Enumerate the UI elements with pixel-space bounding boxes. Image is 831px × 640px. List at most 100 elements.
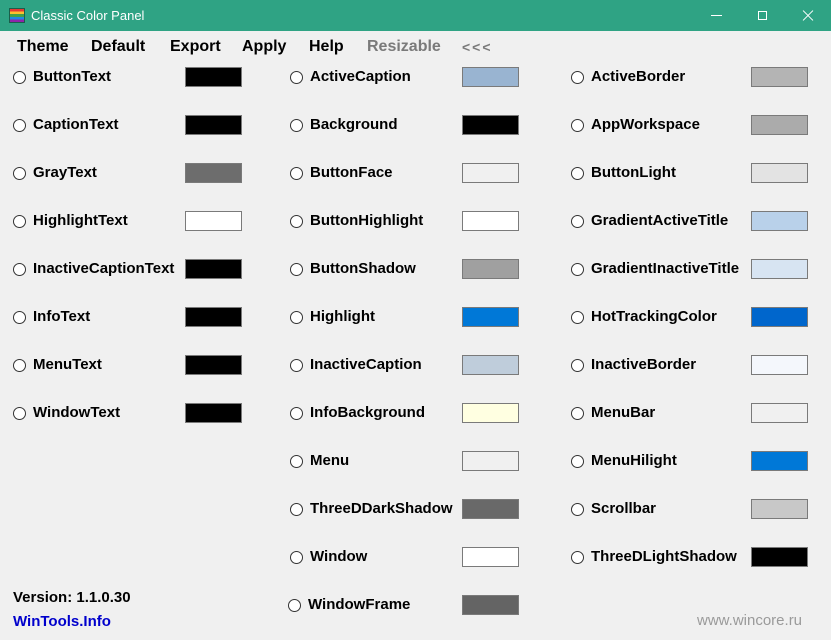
color-swatch[interactable] — [751, 67, 808, 87]
color-row[interactable]: HotTrackingColor — [571, 307, 811, 329]
color-swatch[interactable] — [462, 451, 519, 471]
color-radio[interactable] — [13, 167, 26, 180]
color-radio[interactable] — [290, 551, 303, 564]
color-row[interactable]: InactiveBorder — [571, 355, 811, 377]
color-row[interactable]: GradientInactiveTitle — [571, 259, 811, 281]
color-radio[interactable] — [290, 359, 303, 372]
close-button[interactable] — [785, 0, 831, 31]
color-swatch[interactable] — [462, 403, 519, 423]
wintools-link[interactable]: WinTools.Info — [13, 613, 111, 630]
color-swatch[interactable] — [462, 115, 519, 135]
color-swatch[interactable] — [462, 595, 519, 615]
color-row[interactable]: InfoText — [13, 307, 245, 329]
color-radio[interactable] — [571, 551, 584, 564]
color-radio[interactable] — [571, 119, 584, 132]
color-swatch[interactable] — [462, 547, 519, 567]
color-radio[interactable] — [290, 311, 303, 324]
color-radio[interactable] — [571, 455, 584, 468]
maximize-button[interactable] — [739, 0, 785, 31]
color-row[interactable]: GrayText — [13, 163, 245, 185]
color-radio[interactable] — [290, 407, 303, 420]
color-row[interactable]: GradientActiveTitle — [571, 211, 811, 233]
color-swatch[interactable] — [462, 211, 519, 231]
color-swatch[interactable] — [751, 115, 808, 135]
color-swatch[interactable] — [462, 355, 519, 375]
color-swatch[interactable] — [185, 307, 242, 327]
color-row[interactable]: WindowFrame — [288, 595, 520, 617]
color-radio[interactable] — [571, 71, 584, 84]
color-row[interactable]: ButtonText — [13, 67, 245, 89]
color-radio[interactable] — [290, 455, 303, 468]
color-row[interactable]: CaptionText — [13, 115, 245, 137]
color-row[interactable]: WindowText — [13, 403, 245, 425]
color-row[interactable]: Window — [290, 547, 522, 569]
color-radio[interactable] — [13, 263, 26, 276]
color-swatch[interactable] — [462, 499, 519, 519]
color-radio[interactable] — [571, 359, 584, 372]
color-radio[interactable] — [290, 263, 303, 276]
color-row[interactable]: Highlight — [290, 307, 522, 329]
color-row[interactable]: ThreeDLightShadow — [571, 547, 811, 569]
color-row[interactable]: ButtonFace — [290, 163, 522, 185]
menu-theme[interactable]: Theme — [17, 38, 69, 56]
color-radio[interactable] — [288, 599, 301, 612]
color-radio[interactable] — [571, 215, 584, 228]
color-row[interactable]: InactiveCaptionText — [13, 259, 245, 281]
color-radio[interactable] — [290, 167, 303, 180]
color-swatch[interactable] — [462, 163, 519, 183]
color-row[interactable]: ActiveCaption — [290, 67, 522, 89]
title-bar[interactable]: Classic Color Panel — [0, 0, 831, 31]
color-radio[interactable] — [571, 263, 584, 276]
color-row[interactable]: MenuHilight — [571, 451, 811, 473]
color-row[interactable]: InactiveCaption — [290, 355, 522, 377]
menu-export[interactable]: Export — [170, 38, 221, 56]
color-swatch[interactable] — [751, 259, 808, 279]
color-radio[interactable] — [571, 407, 584, 420]
color-radio[interactable] — [571, 503, 584, 516]
color-row[interactable]: Background — [290, 115, 522, 137]
color-swatch[interactable] — [751, 163, 808, 183]
color-row[interactable]: Scrollbar — [571, 499, 811, 521]
color-radio[interactable] — [13, 407, 26, 420]
color-swatch[interactable] — [185, 259, 242, 279]
color-row[interactable]: ButtonShadow — [290, 259, 522, 281]
color-row[interactable]: MenuText — [13, 355, 245, 377]
color-swatch[interactable] — [751, 499, 808, 519]
color-row[interactable]: ActiveBorder — [571, 67, 811, 89]
menu-resizable[interactable]: Resizable — [367, 38, 441, 56]
color-swatch[interactable] — [185, 355, 242, 375]
color-row[interactable]: ThreeDDarkShadow — [290, 499, 522, 521]
color-swatch[interactable] — [751, 451, 808, 471]
color-radio[interactable] — [13, 71, 26, 84]
color-swatch[interactable] — [185, 115, 242, 135]
color-radio[interactable] — [290, 71, 303, 84]
color-swatch[interactable] — [462, 259, 519, 279]
color-row[interactable]: Menu — [290, 451, 522, 473]
menu-help[interactable]: Help — [309, 38, 344, 56]
color-swatch[interactable] — [751, 403, 808, 423]
color-radio[interactable] — [571, 311, 584, 324]
color-swatch[interactable] — [751, 211, 808, 231]
color-radio[interactable] — [13, 359, 26, 372]
color-swatch[interactable] — [185, 211, 242, 231]
color-swatch[interactable] — [185, 163, 242, 183]
color-row[interactable]: InfoBackground — [290, 403, 522, 425]
color-swatch[interactable] — [185, 403, 242, 423]
color-row[interactable]: AppWorkspace — [571, 115, 811, 137]
color-radio[interactable] — [13, 311, 26, 324]
color-row[interactable]: MenuBar — [571, 403, 811, 425]
menu-collapse[interactable]: <<< — [462, 39, 493, 55]
color-radio[interactable] — [13, 215, 26, 228]
color-row[interactable]: HighlightText — [13, 211, 245, 233]
color-radio[interactable] — [290, 119, 303, 132]
color-swatch[interactable] — [751, 307, 808, 327]
color-swatch[interactable] — [751, 355, 808, 375]
color-radio[interactable] — [571, 167, 584, 180]
minimize-button[interactable] — [693, 0, 739, 31]
color-radio[interactable] — [13, 119, 26, 132]
color-radio[interactable] — [290, 503, 303, 516]
color-swatch[interactable] — [751, 547, 808, 567]
color-swatch[interactable] — [185, 67, 242, 87]
color-swatch[interactable] — [462, 307, 519, 327]
color-row[interactable]: ButtonHighlight — [290, 211, 522, 233]
